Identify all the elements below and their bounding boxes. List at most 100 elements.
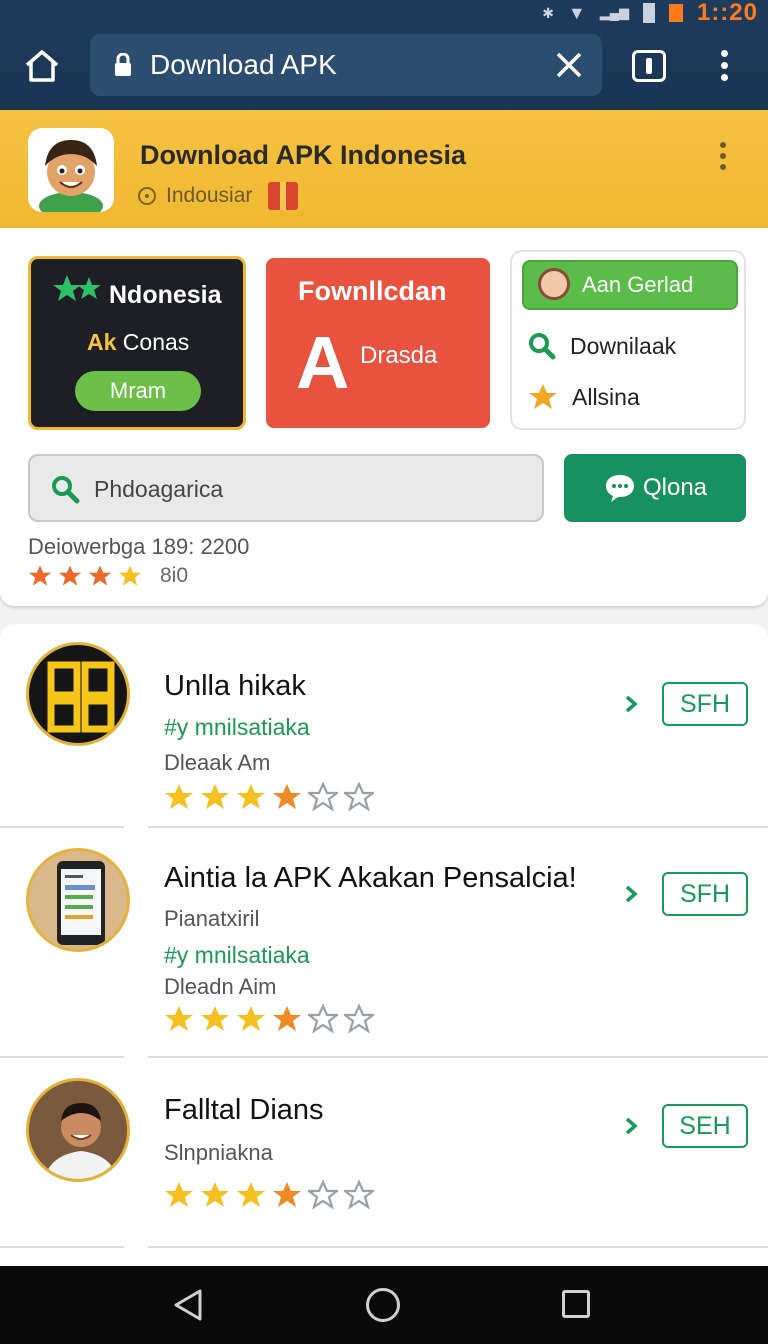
app-glyph-icon	[47, 661, 115, 733]
card-shortcuts: Aan Gerlad Downilaak Allsina	[510, 250, 746, 430]
star-icon	[273, 1006, 301, 1031]
shortcut-allsina-label: Allsina	[572, 383, 640, 410]
mascot-logo-icon	[39, 140, 103, 212]
star-icon	[201, 784, 229, 809]
chevron-right-icon[interactable]	[624, 884, 638, 904]
star-icon	[88, 565, 112, 586]
item-rating	[164, 1004, 374, 1034]
item-subline-top: Pianatxiril	[164, 906, 260, 931]
star-icon	[273, 1182, 301, 1207]
app-avatar	[26, 1078, 130, 1182]
chevron-right-icon[interactable]	[624, 1116, 638, 1136]
site-subtitle: Indousiar	[166, 184, 253, 207]
item-rating	[164, 1180, 374, 1210]
star-icon	[201, 1182, 229, 1207]
star-icon	[58, 565, 82, 586]
clock-icon	[138, 187, 156, 205]
app-avatar	[26, 642, 130, 746]
card-download[interactable]: Fownllcdan A Drasda	[266, 258, 490, 428]
recent-apps-icon[interactable]	[562, 1290, 590, 1318]
back-icon[interactable]	[172, 1288, 204, 1322]
site-menu-icon[interactable]	[718, 142, 728, 176]
app-logo[interactable]	[28, 128, 114, 212]
list-item[interactable]: Aintia la APK Akakan Pensalcia! Pianatxi…	[0, 846, 768, 1054]
shortcut-profile[interactable]: Aan Gerlad	[522, 260, 738, 310]
green-stars-icon	[53, 275, 101, 301]
card-red-letter: A	[296, 321, 350, 404]
battery-icon	[642, 3, 655, 23]
star-icon	[28, 565, 52, 586]
star-icon	[529, 384, 557, 409]
address-bar[interactable]: Download APK	[90, 34, 602, 96]
search-icon	[52, 476, 80, 504]
divider	[148, 1056, 768, 1058]
site-header: Download APK Indonesia Indousiar	[0, 110, 768, 228]
search-input[interactable]: Phdoagarica	[28, 454, 544, 522]
item-subline: Dleaak Am	[164, 750, 271, 775]
chat-icon	[605, 475, 634, 502]
shortcut-download[interactable]: Downilaak	[528, 332, 676, 360]
system-nav-bar	[0, 1266, 768, 1344]
app-avatar	[26, 848, 130, 952]
star-icon	[237, 1182, 265, 1207]
item-action-button[interactable]: SFH	[662, 682, 748, 726]
screen: ✱ ▼ ▂▄▆ 1::20 Download APK Download APK …	[0, 0, 768, 1344]
home-nav-icon[interactable]	[366, 1288, 400, 1322]
divider	[0, 826, 124, 828]
site-title: Download APK Indonesia	[140, 140, 467, 170]
card-red-subtitle: Drasda	[360, 342, 438, 369]
item-rating	[164, 782, 374, 812]
app-list: Unlla hikak #y mnilsatiaka Dleaak Am SFH	[0, 624, 768, 1266]
phone-icon	[57, 861, 105, 945]
meta-rating-value: 8i0	[160, 564, 189, 587]
shortcut-allsina[interactable]: Allsina	[528, 382, 640, 412]
star-icon	[201, 1006, 229, 1031]
chevron-right-icon[interactable]	[624, 694, 638, 714]
shortcut-profile-label: Aan Gerlad	[582, 272, 694, 297]
search-icon	[529, 333, 556, 360]
divider	[0, 1056, 124, 1058]
star-icon	[344, 782, 374, 812]
divider	[148, 826, 768, 828]
star-icon	[165, 1006, 193, 1031]
item-subline: Slnpniakna	[164, 1140, 273, 1165]
browser-toolbar: ✱ ▼ ▂▄▆ 1::20 Download APK	[0, 0, 768, 110]
star-icon	[118, 565, 142, 586]
star-icon	[344, 1180, 374, 1210]
tabs-icon[interactable]	[632, 50, 666, 82]
person-photo-icon	[29, 1081, 127, 1179]
status-time: 1::20	[696, 0, 758, 26]
item-action-button[interactable]: SFH	[662, 872, 748, 916]
avatar	[538, 268, 570, 300]
star-icon	[308, 1004, 338, 1034]
close-icon[interactable]	[554, 50, 584, 80]
card-dark-accent: Ak	[87, 329, 117, 355]
battery-level-icon	[668, 4, 683, 22]
chat-button-label: Qlona	[642, 474, 708, 501]
card-ndonesia[interactable]: Ndonesia Ak Conas Mram	[28, 256, 246, 430]
home-icon[interactable]	[22, 46, 62, 86]
url-text: Download APK	[150, 49, 337, 80]
star-icon	[165, 1182, 193, 1207]
list-item[interactable]: Falltal Dians Slnpniakna SEH	[0, 1078, 768, 1248]
shortcut-download-label: Downilaak	[570, 332, 677, 359]
item-title: Unlla hikak	[164, 670, 306, 702]
item-action-button[interactable]: SEH	[662, 1104, 748, 1148]
chat-button[interactable]: Qlona	[564, 454, 746, 522]
site-subtitle-row: Indousiar	[138, 182, 299, 210]
feature-panel: Ndonesia Ak Conas Mram Fownllcdan A Dras…	[0, 228, 768, 606]
star-icon	[273, 784, 301, 809]
star-icon	[344, 1004, 374, 1034]
star-icon	[237, 1006, 265, 1031]
meta-line: Deiowerbga 189: 2200	[28, 534, 250, 559]
item-tag: #y mnilsatiaka	[164, 942, 310, 968]
divider	[148, 1246, 768, 1248]
list-item[interactable]: Unlla hikak #y mnilsatiaka Dleaak Am SFH	[0, 642, 768, 828]
item-subline: Dleadn Aim	[164, 974, 277, 999]
more-icon[interactable]	[716, 50, 732, 84]
card-dark-button[interactable]: Mram	[75, 371, 201, 411]
star-icon	[165, 784, 193, 809]
card-dark-line: Ak Conas	[87, 329, 189, 356]
meta-stars	[28, 564, 142, 588]
search-placeholder: Phdoagarica	[94, 476, 224, 502]
